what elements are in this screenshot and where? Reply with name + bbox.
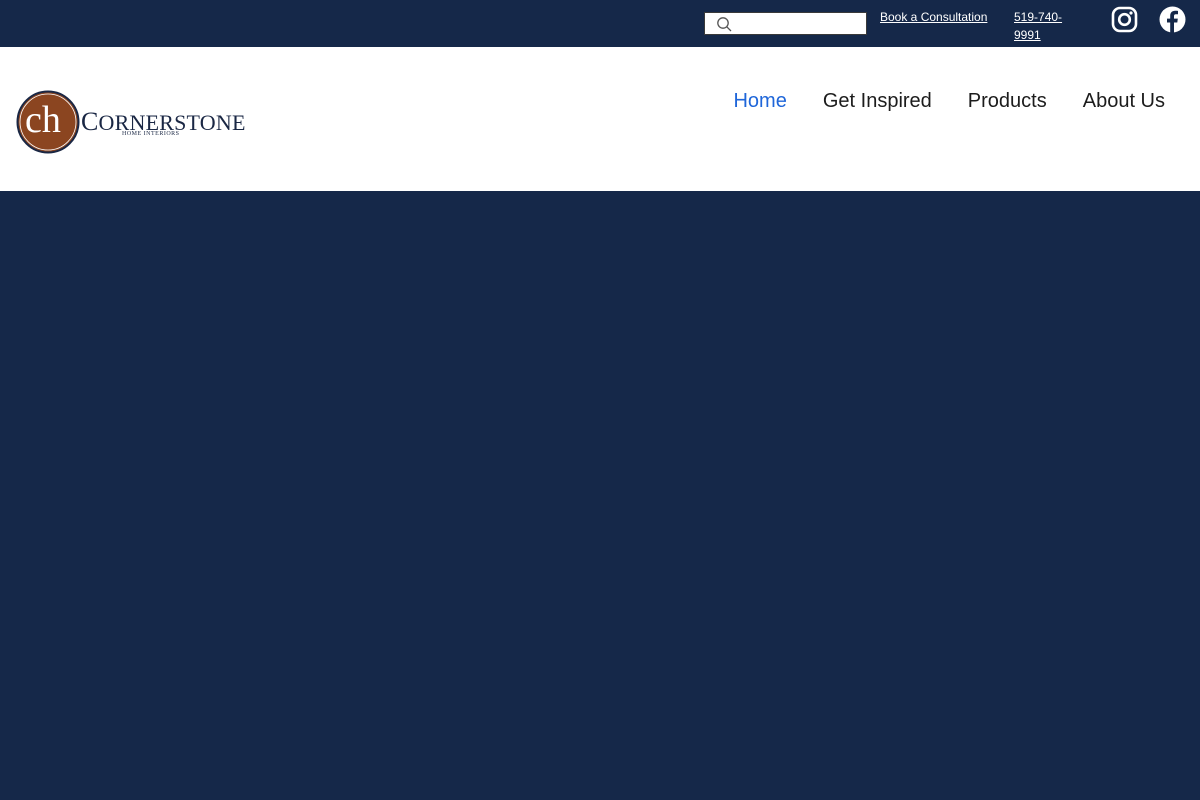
search-box[interactable] [704, 12, 867, 35]
hero-section [0, 191, 1200, 800]
book-consultation-link[interactable]: Book a Consultation [880, 8, 987, 26]
nav-item-home[interactable]: Home [733, 87, 786, 115]
logo-wordmark-initial: C [81, 107, 99, 136]
site-header: ch CORNERSTONE HOME INTERIORS Home Get I… [0, 47, 1200, 191]
search-input[interactable] [737, 15, 863, 32]
search-icon [717, 17, 732, 32]
logo-monogram: ch [25, 99, 61, 141]
instagram-icon[interactable] [1111, 6, 1138, 33]
brand-logo[interactable]: ch CORNERSTONE HOME INTERIORS [16, 90, 245, 154]
phone-link[interactable]: 519-740-9991 [1014, 8, 1074, 44]
facebook-icon[interactable] [1159, 6, 1186, 33]
nav-item-about-us[interactable]: About Us [1083, 87, 1165, 115]
logo-tagline: HOME INTERIORS [122, 131, 180, 137]
nav-item-get-inspired[interactable]: Get Inspired [823, 87, 932, 115]
nav-item-products[interactable]: Products [968, 87, 1047, 115]
top-bar: Book a Consultation 519-740-9991 [0, 0, 1200, 47]
main-nav: Home Get Inspired Products About Us [733, 87, 1165, 115]
